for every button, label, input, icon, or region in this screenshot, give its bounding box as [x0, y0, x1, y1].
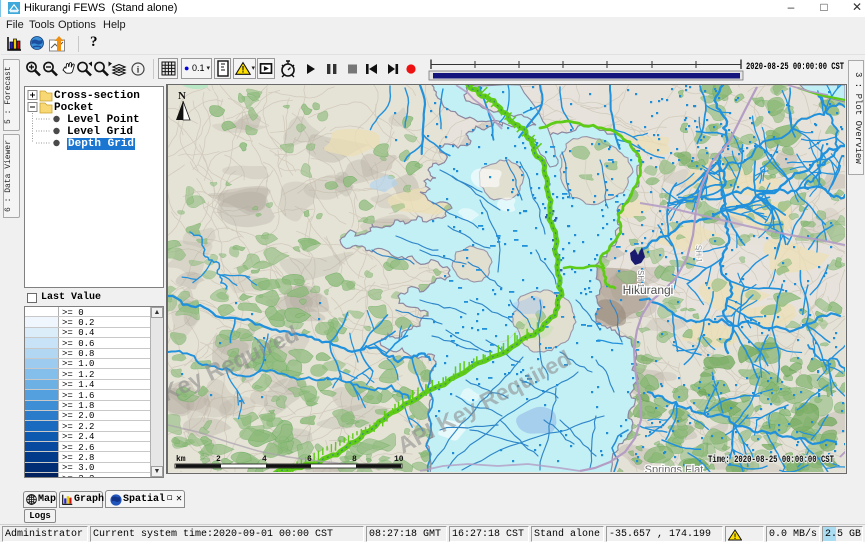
svg-text:8: 8: [352, 455, 357, 464]
svg-text:Time: 2020-08-25 00:00:00 CST: Time: 2020-08-25 00:00:00 CST: [708, 454, 834, 466]
svg-text:SH 1: SH 1: [694, 245, 704, 264]
svg-text:2: 2: [216, 455, 221, 464]
svg-text:N: N: [178, 90, 186, 102]
svg-text:6: 6: [307, 455, 312, 464]
svg-text:4: 4: [262, 455, 267, 464]
svg-text:i: i: [137, 65, 140, 75]
svg-text:km: km: [176, 455, 186, 464]
svg-text:!: !: [242, 65, 245, 75]
svg-text:!: !: [733, 533, 738, 541]
svg-text:Hikurangi: Hikurangi: [623, 283, 674, 297]
svg-text:10: 10: [394, 455, 404, 464]
svg-text:Springs Flat: Springs Flat: [645, 464, 704, 472]
svg-text:SH 1: SH 1: [636, 270, 645, 288]
